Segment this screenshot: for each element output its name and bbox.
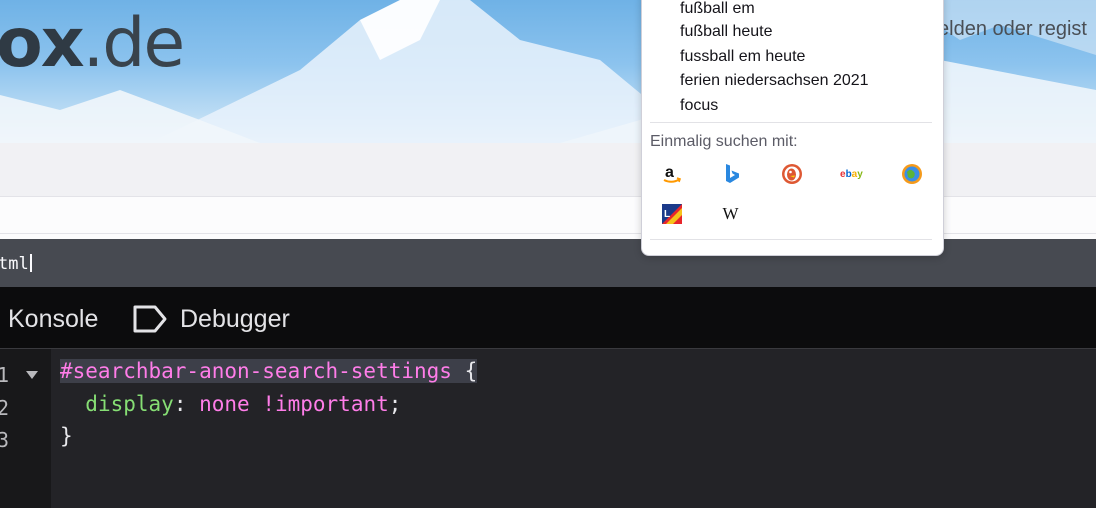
tab-console-label: Konsole [8,304,99,333]
line-number: 1 [0,363,10,387]
bing-icon[interactable] [720,162,744,186]
suggestion-item[interactable]: focus [680,97,718,115]
popup-divider [650,239,932,240]
site-logo[interactable]: ox.de [0,4,185,84]
suggestion-item[interactable]: fußball heute [680,23,773,41]
suggestion-item[interactable]: fußball em [680,0,755,18]
code-line-1[interactable]: #searchbar-anon-search-settings { [60,359,478,383]
text-cursor [29,254,32,272]
one-time-search-label: Einmalig suchen mit: [650,133,798,150]
css-value: none !important [199,392,389,416]
colon: : [173,392,200,416]
code-line-3[interactable]: } [60,424,73,448]
wikipedia-icon[interactable]: W [720,202,744,226]
fold-arrow-icon[interactable] [25,370,39,380]
duckduckgo-icon[interactable] [780,162,804,186]
suggestion-item[interactable]: ferien niedersachsen 2021 [680,72,869,90]
tab-debugger-label: Debugger [180,304,290,333]
ecosia-icon[interactable] [900,162,924,186]
svg-text:L: L [664,209,670,220]
code-line-2[interactable]: display: none !important; [60,392,401,416]
debugger-tag-icon [133,305,167,333]
tab-debugger[interactable]: Debugger [132,302,290,336]
amazon-icon[interactable]: a [660,162,684,186]
ebay-icon[interactable]: ebay [840,162,864,186]
popup-divider [650,122,932,123]
svg-text:ebay: ebay [840,169,863,180]
close-brace: } [60,424,73,448]
open-brace: { [451,359,478,383]
css-selector: #searchbar-anon-search-settings [60,359,452,383]
css-property: display [85,392,174,416]
leo-icon[interactable]: L [660,202,684,226]
svg-text:a: a [665,164,674,181]
suggestion-item[interactable]: fussball em heute [680,48,805,66]
devtools-file-title: tml [0,254,32,274]
tab-console[interactable]: Konsole [8,302,98,336]
line-number: 2 [0,396,10,420]
svg-text:W: W [723,204,740,223]
line-number: 3 [0,428,10,452]
semicolon: ; [388,392,402,416]
login-register-link[interactable]: elden oder regist [938,18,1087,41]
